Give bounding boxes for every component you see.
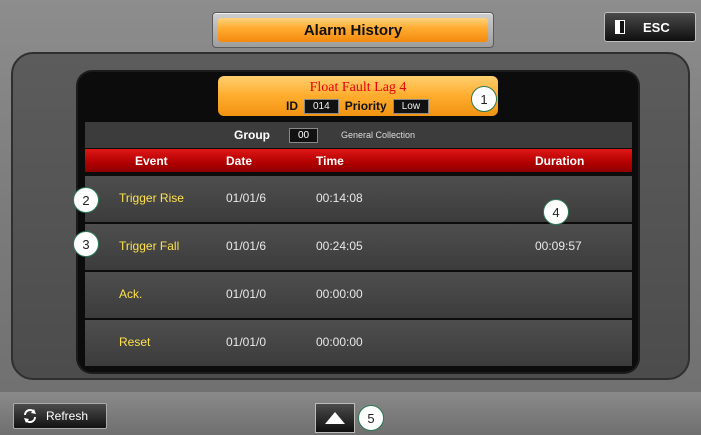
row-duration: 00:09:57: [535, 239, 582, 253]
table-header: Event Date Time Duration: [85, 149, 632, 172]
group-label: Group: [234, 128, 270, 142]
esc-label: ESC: [643, 19, 670, 35]
row-time: 00:24:05: [316, 239, 363, 253]
callout-badge-4: 4: [543, 199, 569, 225]
row-date: 01/01/0: [226, 287, 267, 301]
callout-badge-5: 5: [358, 405, 384, 431]
table-row[interactable]: Trigger Fall 01/01/6 00:24:05 00:09:57: [85, 224, 632, 270]
refresh-label: Refresh: [46, 409, 89, 423]
row-time: 00:00:00: [316, 335, 363, 349]
alarm-meta: ID 014 Priority Low: [286, 98, 430, 114]
table-row[interactable]: Reset 01/01/0 00:00:00: [85, 320, 632, 366]
refresh-button[interactable]: Refresh: [13, 403, 107, 429]
col-event: Event: [135, 154, 168, 168]
title-plate: Alarm History: [212, 12, 494, 48]
alarm-info-card: Float Fault Lag 4 ID 014 Priority Low: [218, 76, 498, 116]
door-exit-icon: [615, 20, 625, 34]
col-date: Date: [226, 154, 253, 168]
row-event: Trigger Rise: [119, 191, 184, 205]
table-row[interactable]: Ack. 01/01/0 00:00:00: [85, 272, 632, 318]
refresh-arrows-icon: [22, 408, 38, 424]
row-time: 00:00:00: [316, 287, 363, 301]
alarm-name: Float Fault Lag 4: [309, 80, 407, 95]
callout-badge-1: 1: [471, 86, 497, 112]
priority-value: Low: [392, 98, 430, 114]
id-value: 014: [304, 98, 339, 114]
row-date: 01/01/0: [226, 335, 267, 349]
row-date: 01/01/6: [226, 239, 267, 253]
scroll-up-button[interactable]: [315, 403, 355, 433]
esc-button[interactable]: ESC: [604, 12, 696, 42]
priority-label: Priority: [344, 99, 387, 113]
id-label: ID: [286, 99, 298, 113]
row-date: 01/01/6: [226, 191, 267, 205]
col-time: Time: [316, 154, 344, 168]
row-event: Reset: [119, 335, 151, 349]
row-event: Trigger Fall: [119, 239, 180, 253]
row-event: Ack.: [119, 287, 143, 301]
triangle-up-icon: [325, 412, 345, 424]
col-duration: Duration: [535, 154, 585, 168]
group-row: Group 00 General Collection: [85, 122, 632, 148]
page-title: Alarm History: [218, 18, 488, 42]
callout-badge-2: 2: [73, 187, 99, 213]
callout-badge-3: 3: [73, 231, 99, 257]
row-time: 00:14:08: [316, 191, 363, 205]
group-name: General Collection: [341, 130, 416, 140]
group-code: 00: [289, 127, 319, 143]
